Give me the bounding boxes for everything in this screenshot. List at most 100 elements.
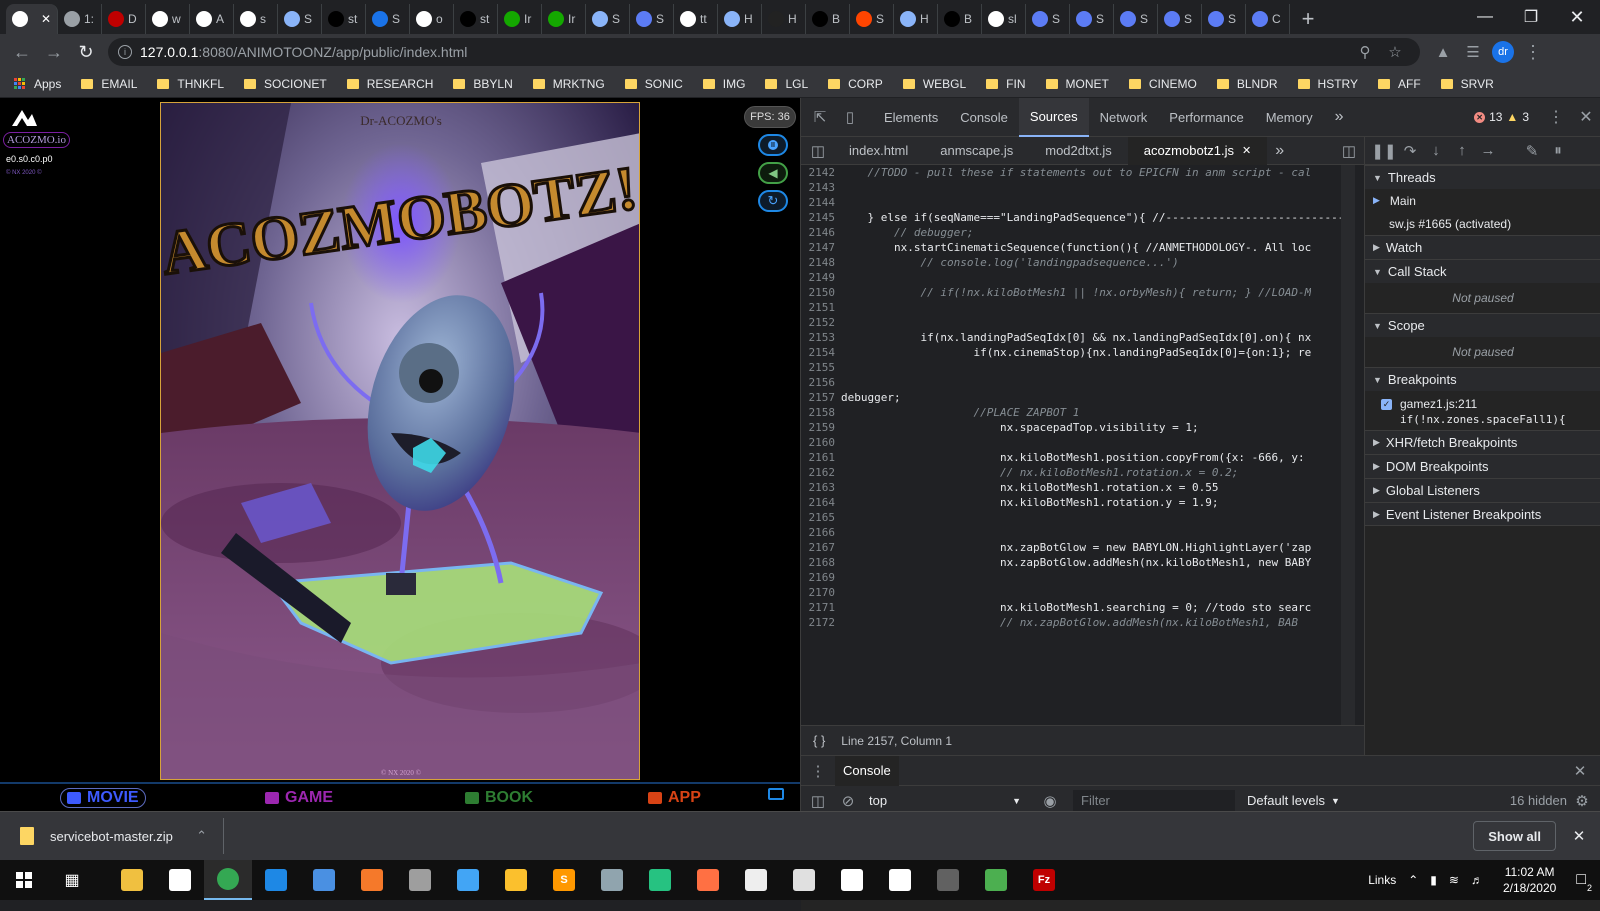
- browser-tab[interactable]: S: [1070, 4, 1114, 34]
- line-number[interactable]: 2169: [801, 570, 841, 585]
- menu-square-icon[interactable]: [768, 788, 784, 800]
- browser-tab[interactable]: S: [586, 4, 630, 34]
- menu-kebab-icon[interactable]: ⋮: [1518, 37, 1548, 67]
- browser-tab[interactable]: 1:: [58, 4, 102, 34]
- bookmark-folder[interactable]: SOCIONET: [244, 77, 327, 91]
- line-number[interactable]: 2149: [801, 270, 841, 285]
- code-line[interactable]: 2166: [801, 525, 1364, 540]
- close-file-icon[interactable]: ✕: [1242, 144, 1251, 157]
- chevron-up-icon[interactable]: ⌃: [196, 828, 207, 844]
- info-icon[interactable]: i: [118, 45, 132, 59]
- issue-counters[interactable]: ✕ 13 ▲ 3: [1474, 110, 1529, 124]
- show-all-button[interactable]: Show all: [1473, 821, 1556, 851]
- browser-tab[interactable]: S: [1158, 4, 1202, 34]
- code-line[interactable]: 2142 //TODO - pull these if statements o…: [801, 165, 1364, 180]
- thread-sw[interactable]: sw.js #1665 (activated): [1365, 212, 1600, 235]
- line-number[interactable]: 2165: [801, 510, 841, 525]
- browser-tab[interactable]: S: [278, 4, 322, 34]
- bookmark-folder[interactable]: CORP: [828, 77, 883, 91]
- browser-tab[interactable]: H: [894, 4, 938, 34]
- code-line[interactable]: 2158 //PLACE ZAPBOT 1: [801, 405, 1364, 420]
- browser-tab[interactable]: S: [1026, 4, 1070, 34]
- line-number[interactable]: 2154: [801, 345, 841, 360]
- close-devtools-icon[interactable]: ✕: [1571, 102, 1600, 132]
- bookmark-folder[interactable]: LGL: [765, 77, 808, 91]
- start-button[interactable]: [0, 860, 48, 900]
- bookmark-star-icon[interactable]: ☆: [1380, 37, 1410, 67]
- context-select[interactable]: top ▼: [869, 793, 1021, 808]
- bookmark-folder[interactable]: SRVR: [1440, 77, 1494, 91]
- game-canvas[interactable]: Dr-ACOZMO's ACOZMOBOTZ! © NX 2020 ©: [160, 102, 640, 780]
- console-tab[interactable]: Console: [835, 755, 899, 786]
- minimize-button[interactable]: —: [1462, 0, 1508, 34]
- code-line[interactable]: 2143: [801, 180, 1364, 195]
- code-line[interactable]: 2161 nx.kiloBotMesh1.position.copyFrom({…: [801, 450, 1364, 465]
- taskbar-app[interactable]: Fz: [1020, 860, 1068, 900]
- bookmark-apps[interactable]: Apps: [14, 77, 61, 91]
- browser-tab[interactable]: ✕: [6, 4, 58, 34]
- toggle-navigator-icon[interactable]: ◫: [803, 136, 833, 166]
- line-number[interactable]: 2145: [801, 210, 841, 225]
- volume-icon[interactable]: ♬: [1471, 873, 1483, 887]
- bookmark-folder[interactable]: SONIC: [624, 77, 683, 91]
- browser-tab[interactable]: D: [102, 4, 146, 34]
- taskbar-app[interactable]: [492, 860, 540, 900]
- code-line[interactable]: 2168 nx.zapBotGlow.addMesh(nx.kiloBotMes…: [801, 555, 1364, 570]
- file-tab[interactable]: mod2dtxt.js: [1029, 137, 1127, 165]
- line-number[interactable]: 2151: [801, 300, 841, 315]
- bookmark-folder[interactable]: WEBGL: [902, 77, 966, 91]
- line-number[interactable]: 2170: [801, 585, 841, 600]
- taskbar-app[interactable]: [396, 860, 444, 900]
- line-number[interactable]: 2159: [801, 420, 841, 435]
- code-line[interactable]: 2164 nx.kiloBotMesh1.rotation.y = 1.9;: [801, 495, 1364, 510]
- editor-scrollbar[interactable]: [1341, 165, 1355, 725]
- code-line[interactable]: 2149: [801, 270, 1364, 285]
- line-number[interactable]: 2153: [801, 330, 841, 345]
- thread-main[interactable]: ▶ Main: [1365, 189, 1600, 212]
- line-number[interactable]: 2163: [801, 480, 841, 495]
- code-line[interactable]: 2159 nx.spacepadTop.visibility = 1;: [801, 420, 1364, 435]
- taskbar-app[interactable]: [588, 860, 636, 900]
- browser-tab[interactable]: sl: [982, 4, 1026, 34]
- browser-tab[interactable]: H: [718, 4, 762, 34]
- taskbar-app[interactable]: [252, 860, 300, 900]
- pause-on-exceptions-icon[interactable]: ⏸: [1545, 136, 1571, 166]
- browser-tab[interactable]: S: [630, 4, 674, 34]
- address-bar[interactable]: i 127.0.0.1:8080/ANIMOTOONZ/app/public/i…: [108, 38, 1420, 66]
- forward-button[interactable]: →: [38, 36, 70, 68]
- code-line[interactable]: 2171 nx.kiloBotMesh1.searching = 0; //to…: [801, 600, 1364, 615]
- line-number[interactable]: 2162: [801, 465, 841, 480]
- notification-center-icon[interactable]: □ 2: [1576, 871, 1592, 893]
- pretty-print-icon[interactable]: { }: [813, 733, 825, 748]
- line-number[interactable]: 2143: [801, 180, 841, 195]
- nav-app-button[interactable]: APP: [648, 789, 701, 807]
- task-view-button[interactable]: ▦: [48, 860, 96, 900]
- dom-breakpoints-section[interactable]: ▶ DOM Breakpoints: [1365, 454, 1600, 478]
- nav-book-button[interactable]: BOOK: [465, 789, 533, 807]
- replay-button[interactable]: ↻: [758, 190, 788, 212]
- event-listener-breakpoints-section[interactable]: ▶ Event Listener Breakpoints: [1365, 502, 1600, 526]
- bookmark-folder[interactable]: EMAIL: [81, 77, 137, 91]
- line-number[interactable]: 2150: [801, 285, 841, 300]
- browser-tab[interactable]: S: [850, 4, 894, 34]
- browser-tab[interactable]: Ir: [498, 4, 542, 34]
- line-number[interactable]: 2144: [801, 195, 841, 210]
- line-number[interactable]: 2152: [801, 315, 841, 330]
- line-number[interactable]: 2148: [801, 255, 841, 270]
- close-tab-icon[interactable]: ✕: [41, 12, 51, 26]
- browser-tab[interactable]: st: [322, 4, 366, 34]
- line-number[interactable]: 2167: [801, 540, 841, 555]
- url-text[interactable]: 127.0.0.1:8080/ANIMOTOONZ/app/public/ind…: [140, 44, 1350, 60]
- bookmark-folder[interactable]: FIN: [986, 77, 1026, 91]
- browser-tab[interactable]: o: [410, 4, 454, 34]
- code-line[interactable]: 2169: [801, 570, 1364, 585]
- taskbar-app[interactable]: [924, 860, 972, 900]
- more-files-icon[interactable]: »: [1267, 137, 1292, 165]
- code-line[interactable]: 2160: [801, 435, 1364, 450]
- line-number[interactable]: 2164: [801, 495, 841, 510]
- code-line[interactable]: 2144: [801, 195, 1364, 210]
- line-number[interactable]: 2168: [801, 555, 841, 570]
- bookmark-folder[interactable]: IMG: [702, 77, 745, 91]
- browser-tab[interactable]: S: [1202, 4, 1246, 34]
- browser-tab[interactable]: H: [762, 4, 806, 34]
